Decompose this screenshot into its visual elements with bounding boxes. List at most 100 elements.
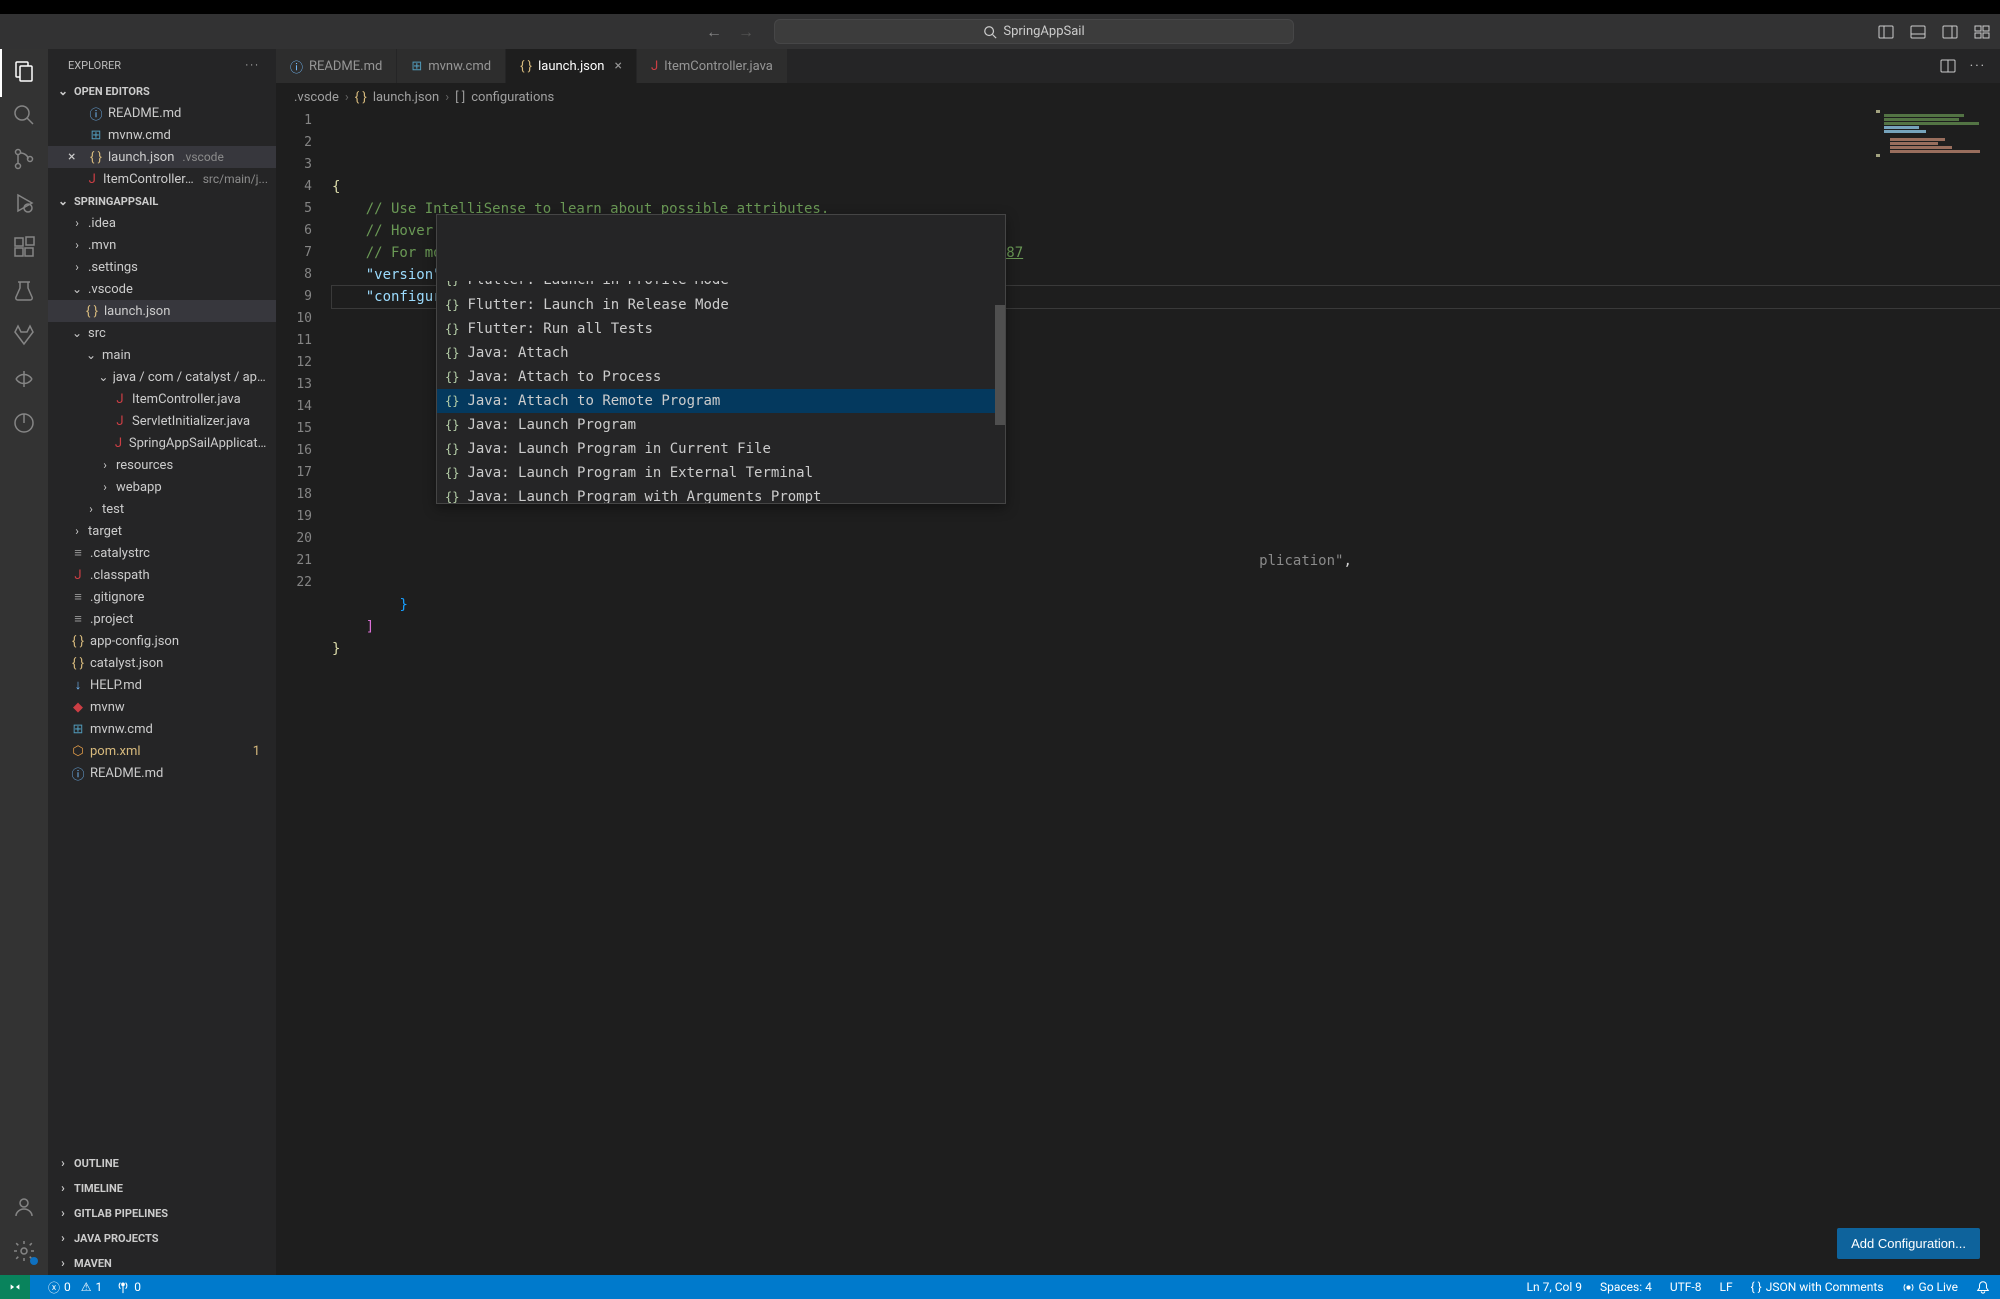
file-item[interactable]: { }launch.json: [48, 300, 276, 322]
intellisense-suggest[interactable]: {}Flutter: Launch in Profile Mode{}Flutt…: [436, 214, 1006, 504]
file-item[interactable]: ↓HELP.md: [48, 674, 276, 696]
suggest-item[interactable]: {}Java: Launch Program in Current File: [437, 437, 1005, 461]
folder-item[interactable]: ⌄.vscode: [48, 278, 276, 300]
suggest-item[interactable]: {}Java: Launch Program in External Termi…: [437, 461, 1005, 485]
open-editors-header[interactable]: ⌄ Open Editors: [48, 80, 276, 102]
editor-tab[interactable]: ⊞mvnw.cmd: [397, 49, 506, 83]
power-icon[interactable]: [12, 411, 36, 435]
suggest-label: Java: Attach to Remote Program: [467, 390, 720, 412]
remote-indicator[interactable]: [0, 1275, 30, 1299]
suggest-label: Java: Attach: [467, 342, 568, 364]
chevron-right-icon: ›: [98, 480, 112, 494]
folder-item[interactable]: ›webapp: [48, 476, 276, 498]
close-icon[interactable]: ×: [610, 58, 621, 74]
extensions-icon[interactable]: [12, 235, 36, 259]
notifications-icon[interactable]: [1976, 1280, 1990, 1294]
remote-explorer-icon[interactable]: [12, 367, 36, 391]
settings-gear-icon[interactable]: [12, 1239, 36, 1263]
search-activity-icon[interactable]: [12, 103, 36, 127]
editor-tab[interactable]: { }launch.json×: [506, 49, 637, 83]
open-editor-item[interactable]: ⓘREADME.md: [48, 102, 276, 124]
file-item[interactable]: JSpringAppSailApplication.java: [48, 432, 276, 454]
suggest-item[interactable]: {}Flutter: Run all Tests: [437, 317, 1005, 341]
sidebar-section-timeline[interactable]: ›Timeline: [48, 1175, 276, 1200]
open-editor-item[interactable]: ×{ }launch.json.vscode: [48, 146, 276, 168]
file-item[interactable]: { }catalyst.json: [48, 652, 276, 674]
run-debug-icon[interactable]: [12, 191, 36, 215]
folder-item[interactable]: ›test: [48, 498, 276, 520]
indentation[interactable]: Spaces: 4: [1600, 1280, 1652, 1294]
file-item[interactable]: ⬡pom.xml1: [48, 740, 276, 762]
encoding[interactable]: UTF-8: [1670, 1280, 1702, 1294]
command-center-search[interactable]: SpringAppSail: [774, 19, 1294, 44]
suggest-item[interactable]: {}Flutter: Launch in Release Mode: [437, 293, 1005, 317]
folder-item[interactable]: ›target: [48, 520, 276, 542]
more-actions-icon[interactable]: ···: [245, 59, 260, 72]
folder-item[interactable]: ›.settings: [48, 256, 276, 278]
folder-item[interactable]: ⌄java / com / catalyst / appsailspri...: [48, 366, 276, 388]
sidebar-section-maven[interactable]: ›Maven: [48, 1250, 276, 1275]
cursor-position[interactable]: Ln 7, Col 9: [1527, 1280, 1582, 1294]
testing-icon[interactable]: [12, 279, 36, 303]
source-control-icon[interactable]: [12, 147, 36, 171]
file-item[interactable]: { }app-config.json: [48, 630, 276, 652]
split-editor-icon[interactable]: [1940, 58, 1956, 74]
accounts-icon[interactable]: [12, 1195, 36, 1219]
project-header[interactable]: ⌄ SPRINGAPPSAIL: [48, 190, 276, 212]
snippet-icon: {}: [445, 390, 459, 412]
search-icon: [983, 25, 997, 39]
file-item[interactable]: ⊞mvnw.cmd: [48, 718, 276, 740]
code-content[interactable]: { // Use IntelliSense to learn about pos…: [332, 110, 2000, 1275]
suggest-item[interactable]: {}Java: Launch Program with Arguments Pr…: [437, 485, 1005, 504]
suggest-scrollbar[interactable]: [995, 305, 1005, 425]
close-icon[interactable]: ×: [68, 149, 84, 165]
folder-item[interactable]: ›.idea: [48, 212, 276, 234]
eol[interactable]: LF: [1720, 1280, 1733, 1294]
suggest-item[interactable]: {}Java: Attach to Process: [437, 365, 1005, 389]
code-editor[interactable]: 12345678910111213141516171819202122 { //…: [276, 110, 2000, 1275]
suggest-item[interactable]: {} Java: Attach to Remote Program: [437, 389, 1005, 413]
nav-back-icon[interactable]: ←: [706, 22, 722, 42]
file-item[interactable]: JServletInitializer.java: [48, 410, 276, 432]
explorer-icon[interactable]: [12, 59, 36, 83]
file-item[interactable]: ≡.project: [48, 608, 276, 630]
ports-indicator[interactable]: 0: [116, 1280, 141, 1294]
file-item[interactable]: ≡.catalystrc: [48, 542, 276, 564]
sidebar-section-java-projects[interactable]: ›Java Projects: [48, 1225, 276, 1250]
file-item[interactable]: ◆mvnw: [48, 696, 276, 718]
customize-layout-icon[interactable]: [1974, 24, 1990, 40]
file-item[interactable]: ≡.gitignore: [48, 586, 276, 608]
sidebar-section-outline[interactable]: ›Outline: [48, 1150, 276, 1175]
toggle-secondary-sidebar-icon[interactable]: [1942, 24, 1958, 40]
toggle-primary-sidebar-icon[interactable]: [1878, 24, 1894, 40]
suggest-item[interactable]: {}Java: Launch Program: [437, 413, 1005, 437]
file-item[interactable]: J.classpath: [48, 564, 276, 586]
folder-item[interactable]: ⌄src: [48, 322, 276, 344]
file-label: mvnw.cmd: [108, 128, 171, 143]
editor-tab[interactable]: ⓘREADME.md: [276, 49, 397, 83]
folder-item[interactable]: ›.mvn: [48, 234, 276, 256]
folder-item[interactable]: ⌄main: [48, 344, 276, 366]
open-editor-item[interactable]: JItemController.javasrc/main/j...: [48, 168, 276, 190]
breadcrumb[interactable]: .vscode › { } launch.json › [ ] configur…: [276, 84, 2000, 110]
add-configuration-button[interactable]: Add Configuration...: [1837, 1228, 1980, 1259]
go-live[interactable]: Go Live: [1902, 1280, 1958, 1294]
tree-label: catalyst.json: [90, 656, 163, 671]
gitlab-icon[interactable]: [12, 323, 36, 347]
folder-item[interactable]: ›resources: [48, 454, 276, 476]
toggle-panel-icon[interactable]: [1910, 24, 1926, 40]
explorer-sidebar: Explorer ··· ⌄ Open Editors ⓘREADME.md⊞m…: [48, 49, 276, 1275]
editor-more-icon[interactable]: ···: [1970, 59, 1986, 74]
suggest-item[interactable]: {}Flutter: Launch in Profile Mode: [437, 281, 1005, 293]
editor-tab[interactable]: JItemController.java: [637, 49, 788, 83]
suggest-item[interactable]: {}Java: Attach: [437, 341, 1005, 365]
sidebar-section-gitlab-pipelines[interactable]: ›GitLab Pipelines: [48, 1200, 276, 1225]
nav-forward-icon[interactable]: →: [738, 22, 754, 42]
language-mode[interactable]: { } JSON with Comments: [1751, 1280, 1884, 1294]
tree-label: src: [88, 326, 106, 341]
array-icon: [ ]: [455, 90, 465, 105]
file-item[interactable]: JItemController.java: [48, 388, 276, 410]
problems-indicator[interactable]: ⓧ0 ⚠1: [48, 1279, 102, 1296]
open-editor-item[interactable]: ⊞mvnw.cmd: [48, 124, 276, 146]
file-item[interactable]: ⓘREADME.md: [48, 762, 276, 784]
